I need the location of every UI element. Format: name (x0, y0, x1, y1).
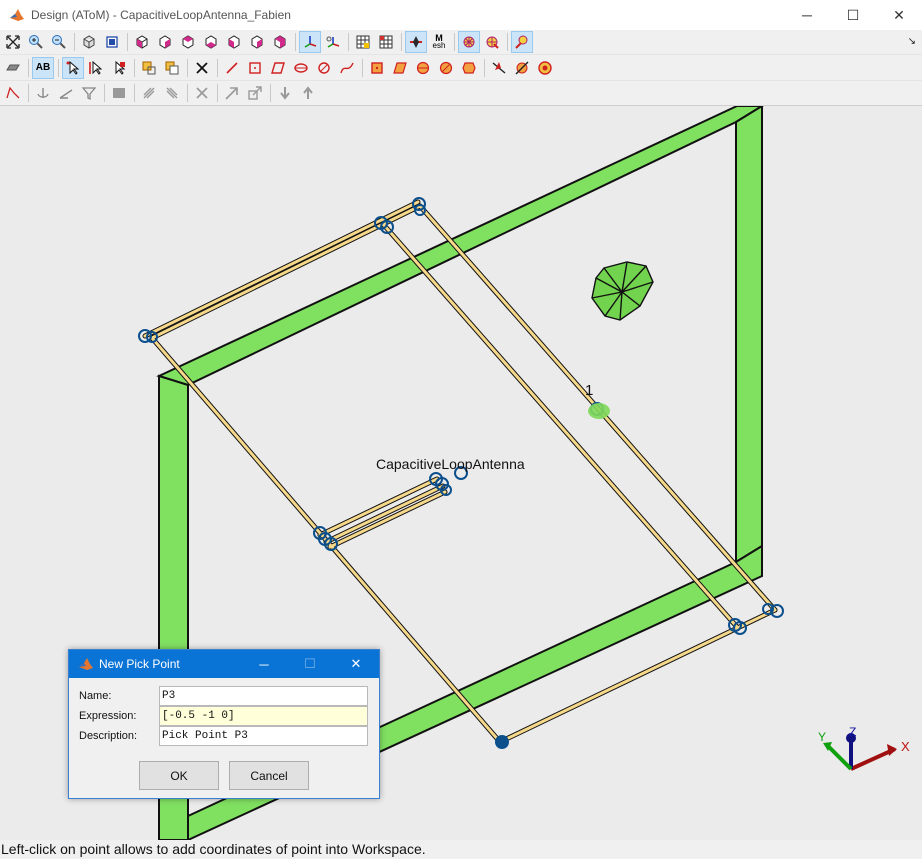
slope-icon[interactable] (55, 82, 77, 104)
selected-node[interactable] (495, 735, 509, 749)
description-label: Description: (79, 730, 138, 742)
expression-label: Expression: (79, 710, 137, 722)
draw-curve-icon[interactable] (336, 57, 358, 79)
text-label-text: AB (35, 62, 51, 73)
matlab-logo-icon (78, 656, 94, 672)
name-row: Name: P3 (79, 686, 368, 706)
maximize-button[interactable]: ☐ (830, 0, 876, 30)
view-cube-4-icon[interactable] (200, 31, 222, 53)
dialog-maximize-button[interactable]: ☐ (287, 650, 333, 678)
new-pick-point-dialog: New Pick Point ─ ☐ ✕ Name: P3 Expression… (68, 649, 380, 799)
funnel-icon[interactable] (78, 82, 100, 104)
view-cube-6-icon[interactable] (246, 31, 268, 53)
toolbar-view: Mesh ↘ (0, 30, 922, 55)
name-input[interactable]: P3 (159, 686, 368, 706)
port-marker[interactable] (588, 403, 610, 419)
title-bar: Design (AToM) - CapacitiveLoopAntenna_Fa… (0, 0, 922, 30)
view-cube-1-icon[interactable] (131, 31, 153, 53)
view-cube-5-icon[interactable] (223, 31, 245, 53)
copy-transform-icon[interactable] (161, 57, 183, 79)
solid-block-icon[interactable] (108, 82, 130, 104)
select-edge-icon[interactable] (85, 57, 107, 79)
close-button[interactable]: ✕ (876, 0, 922, 30)
dialog-minimize-button[interactable]: ─ (241, 650, 287, 678)
draw-circle-icon[interactable] (313, 57, 335, 79)
axes-triad: X Z Y (818, 725, 910, 771)
expression-row: Expression: [-0.5 -1 0] (79, 706, 368, 726)
port-number-label: 1 (585, 382, 594, 399)
ok-button[interactable]: OK (139, 761, 219, 790)
delete-icon[interactable] (191, 57, 213, 79)
name-label: Name: (79, 690, 112, 702)
view-front-icon[interactable] (101, 31, 123, 53)
move-up-icon[interactable] (297, 82, 319, 104)
plane-shape-icon[interactable] (2, 57, 24, 79)
matlab-logo-icon (9, 7, 25, 23)
fill-rectangle-icon[interactable] (366, 57, 388, 79)
window-title: Design (AToM) - CapacitiveLoopAntenna_Fa… (31, 8, 291, 22)
view-cube-3-icon[interactable] (177, 31, 199, 53)
toolbar-modify (0, 81, 922, 106)
mesh-element[interactable] (591, 261, 654, 321)
grid-icon[interactable] (375, 31, 397, 53)
target-icon[interactable] (534, 57, 556, 79)
z-axis-label: Z (849, 725, 856, 739)
minimize-button[interactable]: ─ (784, 0, 830, 30)
select-point-icon[interactable] (62, 57, 84, 79)
mesh-label-bottom: esh (432, 41, 446, 50)
draw-parallelogram-icon[interactable] (267, 57, 289, 79)
sweep-icon[interactable] (138, 82, 160, 104)
view-iso-icon[interactable] (78, 31, 100, 53)
view-cube-2-icon[interactable] (154, 31, 176, 53)
port-disabled-icon[interactable] (221, 82, 243, 104)
description-row: Description: Pick Point P3 (79, 726, 368, 746)
fill-ellipse-icon[interactable] (412, 57, 434, 79)
fill-parallelogram-icon[interactable] (389, 57, 411, 79)
select-face-icon[interactable] (108, 57, 130, 79)
fit-view-icon[interactable] (2, 31, 24, 53)
status-bar: Left-click on point allows to add coordi… (0, 840, 922, 859)
toolbar-overflow-icon[interactable]: ↘ (908, 36, 916, 47)
cancel-button[interactable]: Cancel (229, 761, 309, 790)
export-icon[interactable] (244, 82, 266, 104)
move-down-icon[interactable] (274, 82, 296, 104)
axes-triad-icon[interactable] (299, 31, 321, 53)
mesh-edit-icon[interactable] (481, 31, 503, 53)
zoom-in-icon[interactable] (25, 31, 47, 53)
loft-icon[interactable] (161, 82, 183, 104)
fill-polygon-icon[interactable] (458, 57, 480, 79)
probe-icon[interactable] (511, 31, 533, 53)
fill-circle-icon[interactable] (435, 57, 457, 79)
mesh-view-icon[interactable] (458, 31, 480, 53)
lumped-element-icon[interactable] (511, 57, 533, 79)
draw-rectangle-icon[interactable] (244, 57, 266, 79)
mesh-button[interactable]: Mesh (428, 31, 450, 53)
draw-line-icon[interactable] (221, 57, 243, 79)
delete-disabled-icon[interactable] (191, 82, 213, 104)
port-icon[interactable] (488, 57, 510, 79)
description-input[interactable]: Pick Point P3 (159, 726, 368, 746)
expression-input[interactable]: [-0.5 -1 0] (159, 706, 368, 726)
transform-icon[interactable] (138, 57, 160, 79)
zoom-out-icon[interactable] (48, 31, 70, 53)
grid-highlight-icon[interactable] (352, 31, 374, 53)
antenna-label: CapacitiveLoopAntenna (376, 456, 525, 472)
dialog-close-button[interactable]: ✕ (333, 650, 379, 678)
anchor-icon[interactable] (32, 82, 54, 104)
app-window: Design (AToM) - CapacitiveLoopAntenna_Fa… (0, 0, 922, 859)
dialog-title-bar: New Pick Point ─ ☐ ✕ (69, 650, 379, 678)
view-cube-7-icon[interactable] (269, 31, 291, 53)
cut-plane-icon[interactable] (405, 31, 427, 53)
dialog-title: New Pick Point (99, 657, 180, 671)
axes-rotate-icon[interactable] (322, 31, 344, 53)
toolbar-draw: AB (0, 56, 922, 81)
polyline-icon[interactable] (2, 82, 24, 104)
y-axis-label: Y (818, 730, 826, 744)
x-axis-label: X (901, 739, 910, 754)
draw-ellipse-icon[interactable] (290, 57, 312, 79)
text-label-button[interactable]: AB (32, 57, 54, 79)
